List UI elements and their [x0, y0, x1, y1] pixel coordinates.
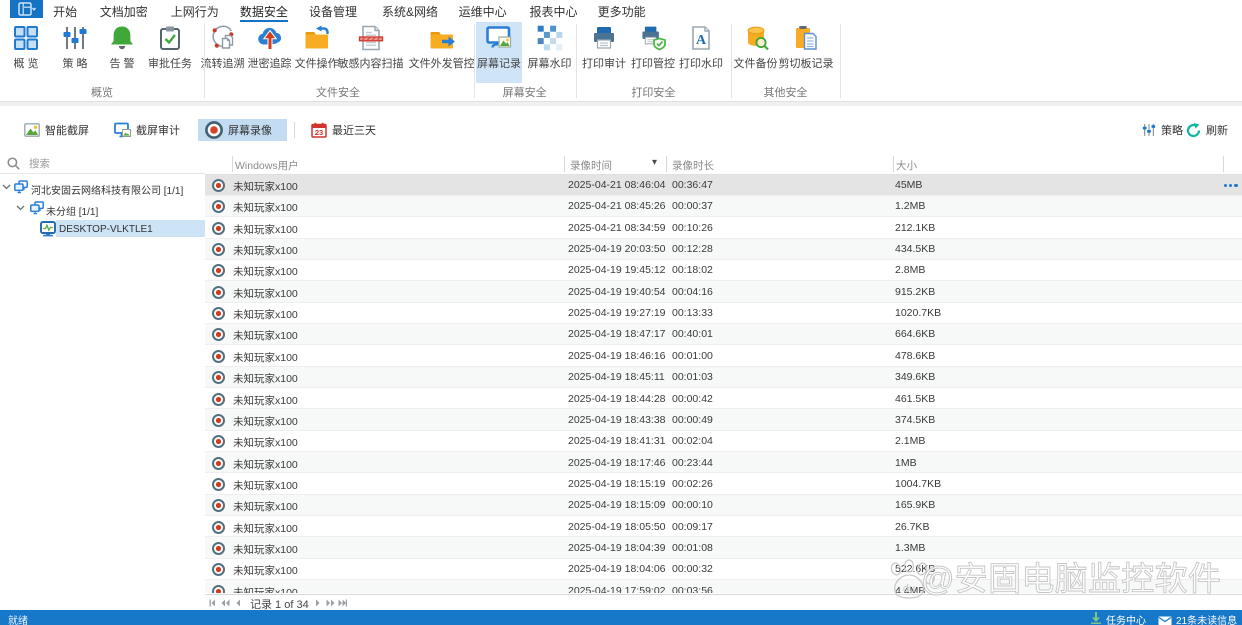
svg-text:A: A [696, 33, 707, 48]
svg-text:23: 23 [315, 128, 323, 137]
svg-text:du: du [903, 583, 915, 595]
